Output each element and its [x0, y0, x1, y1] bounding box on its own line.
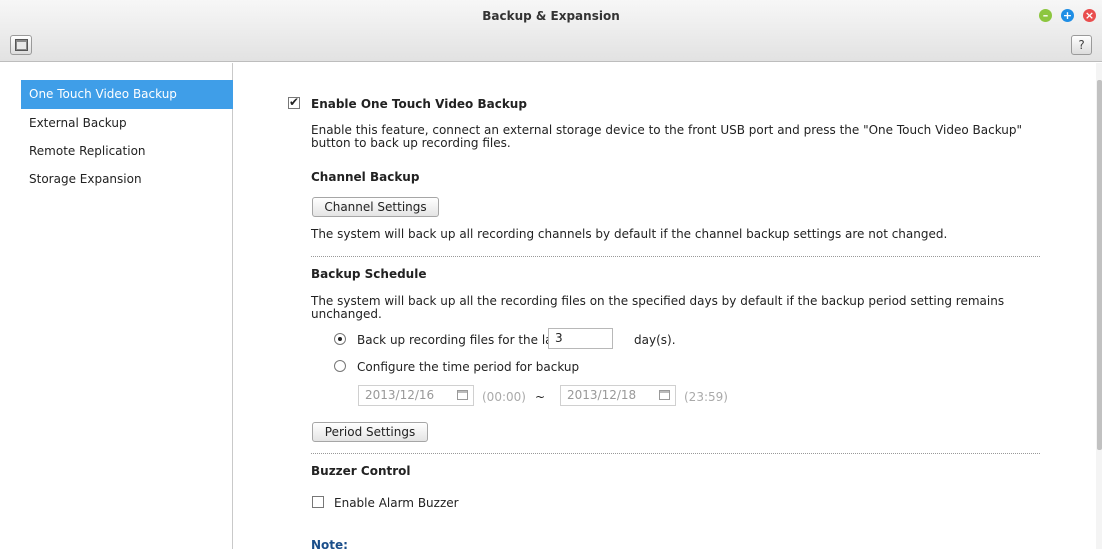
- radio-last-days[interactable]: [334, 333, 346, 345]
- range-separator: ~: [535, 390, 546, 404]
- enable-alarm-buzzer-checkbox[interactable]: [312, 496, 324, 508]
- backup-schedule-heading: Backup Schedule: [311, 267, 427, 281]
- sidebar-item-remote-replication[interactable]: Remote Replication: [21, 137, 233, 166]
- start-time-label: (00:00): [482, 390, 526, 404]
- window-title: Backup & Expansion: [482, 9, 620, 23]
- menu-toggle-button[interactable]: [10, 35, 32, 55]
- channel-backup-description: The system will back up all recording ch…: [311, 227, 948, 241]
- buzzer-control-heading: Buzzer Control: [311, 464, 411, 478]
- enable-one-touch-checkbox[interactable]: ✔: [288, 95, 300, 109]
- menu-icon: [15, 39, 28, 51]
- calendar-icon[interactable]: [457, 390, 468, 400]
- window-titlebar: Backup & Expansion – + × ?: [0, 0, 1102, 62]
- sidebar-item-storage-expansion[interactable]: Storage Expansion: [21, 165, 233, 194]
- enable-description-line1: Enable this feature, connect an external…: [311, 123, 1023, 137]
- days-unit-label: day(s).: [634, 333, 676, 347]
- maximize-icon[interactable]: +: [1061, 9, 1074, 22]
- divider: [311, 256, 1040, 257]
- schedule-description-line1: The system will back up all the recordin…: [311, 294, 1005, 308]
- scrollbar-thumb[interactable]: [1097, 80, 1102, 450]
- enable-description-line2: button to back up recording files.: [311, 136, 511, 150]
- help-button[interactable]: ?: [1071, 35, 1092, 55]
- divider: [311, 453, 1040, 454]
- channel-settings-button[interactable]: Channel Settings: [312, 197, 439, 217]
- radio-time-period-label: Configure the time period for backup: [357, 360, 580, 374]
- days-input[interactable]: 3: [548, 328, 613, 349]
- close-icon[interactable]: ×: [1083, 9, 1096, 22]
- period-settings-button[interactable]: Period Settings: [312, 422, 428, 442]
- sidebar: One Touch Video Backup External Backup R…: [0, 63, 233, 549]
- radio-selected-dot: [338, 337, 342, 341]
- channel-backup-heading: Channel Backup: [311, 170, 420, 184]
- schedule-description-line2: unchanged.: [311, 307, 382, 321]
- radio-last-days-label: Back up recording files for the last: [357, 333, 564, 347]
- calendar-icon[interactable]: [659, 390, 670, 400]
- minimize-icon[interactable]: –: [1039, 9, 1052, 22]
- radio-time-period[interactable]: [334, 360, 346, 372]
- sidebar-item-one-touch-video-backup[interactable]: One Touch Video Backup: [21, 80, 233, 109]
- checkmark-icon: ✔: [289, 95, 300, 109]
- sidebar-item-external-backup[interactable]: External Backup: [21, 109, 233, 138]
- enable-alarm-buzzer-label: Enable Alarm Buzzer: [334, 496, 459, 510]
- enable-one-touch-label: Enable One Touch Video Backup: [311, 97, 527, 111]
- end-time-label: (23:59): [684, 390, 728, 404]
- note-label: Note:: [311, 538, 348, 552]
